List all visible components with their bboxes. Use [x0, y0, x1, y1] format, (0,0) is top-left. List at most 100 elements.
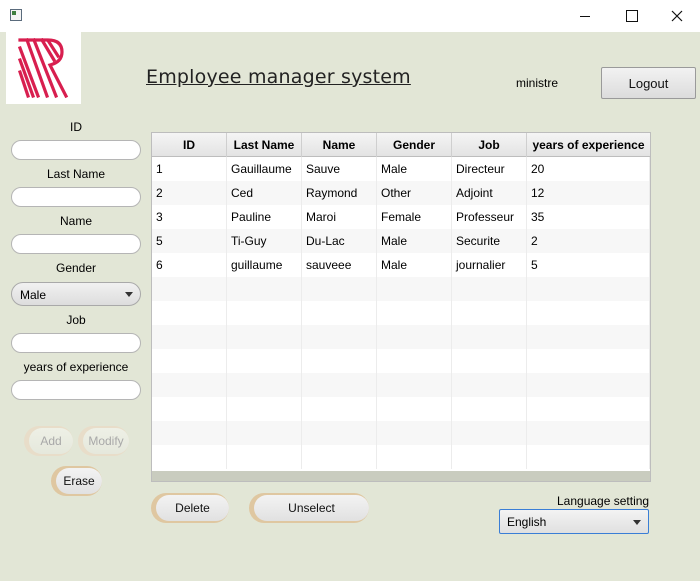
gender-select[interactable]: Male [11, 282, 141, 306]
job-field[interactable] [11, 333, 141, 353]
table-row-empty[interactable] [152, 277, 650, 301]
table-cell [302, 421, 377, 445]
table-cell [302, 373, 377, 397]
table-cell [227, 421, 302, 445]
table-cell [527, 349, 650, 373]
table-cell: 2 [152, 181, 227, 205]
column-header-experience[interactable]: years of experience [527, 133, 650, 157]
table-row-empty[interactable] [152, 373, 650, 397]
column-header-last-name[interactable]: Last Name [227, 133, 302, 157]
table-cell [152, 373, 227, 397]
employee-table[interactable]: ID Last Name Name Gender Job years of ex… [151, 132, 651, 482]
table-cell: Male [377, 253, 452, 277]
table-cell: 1 [152, 157, 227, 181]
table-cell [527, 397, 650, 421]
table-cell [527, 277, 650, 301]
table-row-empty[interactable] [152, 421, 650, 445]
gender-select-value: Male [20, 288, 47, 302]
table-cell: guillaume [227, 253, 302, 277]
add-button[interactable]: Add [24, 426, 73, 456]
logout-button[interactable]: Logout [601, 67, 696, 99]
table-cell: journalier [452, 253, 527, 277]
table-row[interactable]: 5 Ti-Guy Du-Lac Male Securite 2 [152, 229, 650, 253]
table-cell [452, 445, 527, 469]
table-cell: Professeur [452, 205, 527, 229]
delete-button[interactable]: Delete [151, 493, 229, 523]
table-cell [452, 421, 527, 445]
table-cell [377, 349, 452, 373]
app-window-icon [10, 9, 22, 21]
table-cell [302, 397, 377, 421]
table-row[interactable]: 1 Gauillaume Sauve Male Directeur 20 [152, 157, 650, 181]
table-cell: sauveee [302, 253, 377, 277]
table-cell [377, 325, 452, 349]
table-row[interactable]: 3 Pauline Maroi Female Professeur 35 [152, 205, 650, 229]
table-row[interactable]: 6 guillaume sauveee Male journalier 5 [152, 253, 650, 277]
table-cell [302, 301, 377, 325]
table-cell [302, 325, 377, 349]
horizontal-scrollbar[interactable] [152, 471, 650, 481]
table-cell [302, 277, 377, 301]
user-name: ministre [516, 76, 559, 90]
page-title: Employee manager system [146, 66, 411, 88]
erase-button[interactable]: Erase [51, 466, 102, 496]
table-cell [527, 325, 650, 349]
table-row-empty[interactable] [152, 325, 650, 349]
table-cell: Sauve [302, 157, 377, 181]
table-row[interactable]: 2 Ced Raymond Other Adjoint 12 [152, 181, 650, 205]
table-cell [377, 301, 452, 325]
column-header-name[interactable]: Name [302, 133, 377, 157]
unselect-button[interactable]: Unselect [249, 493, 369, 523]
title-bar [0, 0, 700, 32]
column-header-job[interactable]: Job [452, 133, 527, 157]
id-label: ID [70, 120, 82, 134]
table-cell [227, 373, 302, 397]
table-cell: Directeur [452, 157, 527, 181]
table-row-empty[interactable] [152, 445, 650, 469]
table-cell: Male [377, 229, 452, 253]
gender-label: Gender [55, 261, 97, 275]
modify-button[interactable]: Modify [78, 426, 129, 456]
table-cell [152, 397, 227, 421]
r-chevron-logo-icon [18, 38, 69, 98]
unselect-button-label: Unselect [254, 495, 369, 521]
table-cell: Du-Lac [302, 229, 377, 253]
table-row-empty[interactable] [152, 397, 650, 421]
table-cell [152, 301, 227, 325]
table-cell: Female [377, 205, 452, 229]
table-cell [527, 421, 650, 445]
name-field[interactable] [11, 234, 141, 254]
close-button[interactable] [654, 0, 700, 32]
table-cell [227, 277, 302, 301]
table-cell [452, 301, 527, 325]
table-cell [377, 445, 452, 469]
table-row-empty[interactable] [152, 301, 650, 325]
language-select-value: English [507, 515, 547, 529]
id-field[interactable] [11, 140, 141, 160]
last-name-field[interactable] [11, 187, 141, 207]
table-cell [302, 445, 377, 469]
table-cell [452, 397, 527, 421]
language-select[interactable]: English [499, 509, 649, 534]
table-row-empty[interactable] [152, 349, 650, 373]
table-cell: Other [377, 181, 452, 205]
logo [6, 32, 81, 104]
table-cell [377, 373, 452, 397]
maximize-button[interactable] [608, 0, 654, 32]
table-cell [152, 349, 227, 373]
table-cell [227, 349, 302, 373]
table-cell: Pauline [227, 205, 302, 229]
delete-button-label: Delete [156, 495, 229, 521]
table-cell: Ti-Guy [227, 229, 302, 253]
column-header-id[interactable]: ID [152, 133, 227, 157]
table-cell [227, 397, 302, 421]
column-header-gender[interactable]: Gender [377, 133, 452, 157]
minimize-button[interactable] [562, 0, 608, 32]
experience-field[interactable] [11, 380, 141, 400]
chevron-down-icon [125, 292, 133, 297]
table-cell [377, 277, 452, 301]
table-cell: 3 [152, 205, 227, 229]
table-cell: 5 [527, 253, 650, 277]
table-cell [377, 397, 452, 421]
table-cell [452, 277, 527, 301]
